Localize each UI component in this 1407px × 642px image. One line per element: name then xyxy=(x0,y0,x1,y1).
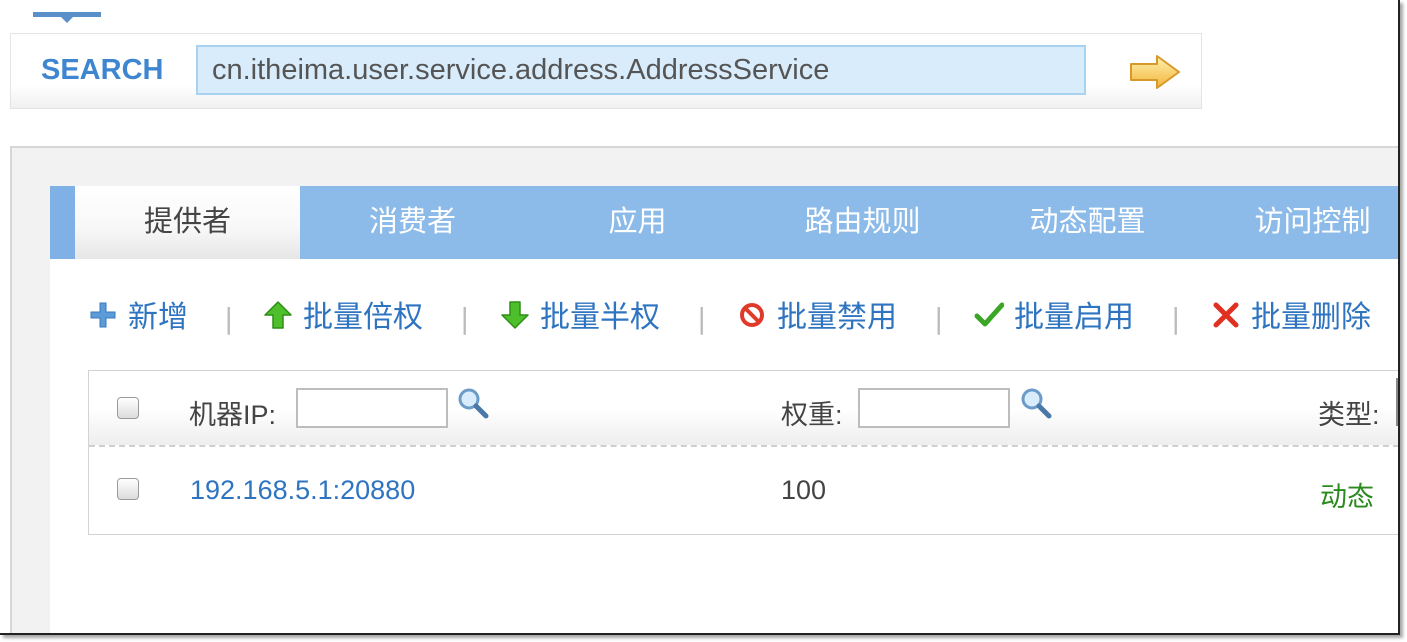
arrow-down-icon xyxy=(501,301,529,329)
tab-bar: 提供者 消费者 应用 路由规则 动态配置 访问控制 xyxy=(50,186,1398,259)
column-type-label: 类型: xyxy=(1318,400,1380,430)
magnifier-icon[interactable] xyxy=(1019,386,1053,420)
app-window: SEARCH 提供者 消费者 应用 路由规则 动态配置 访问控制 新增 | xyxy=(0,0,1400,635)
tab-applications[interactable]: 应用 xyxy=(525,186,750,259)
search-input[interactable] xyxy=(196,45,1086,95)
tab-access-control[interactable]: 访问控制 xyxy=(1200,186,1398,259)
column-weight-label: 权重: xyxy=(781,400,843,430)
arrow-up-icon xyxy=(264,301,292,329)
weight-filter-input[interactable] xyxy=(858,388,1010,428)
batch-enable-label: 批量启用 xyxy=(1014,300,1134,335)
search-bar: SEARCH xyxy=(10,33,1202,109)
column-ip-label: 机器IP: xyxy=(189,400,277,430)
x-icon xyxy=(1213,302,1239,328)
batch-disable-button[interactable]: 批量禁用 xyxy=(737,296,897,340)
tab-consumers[interactable]: 消费者 xyxy=(300,186,525,259)
tab-dynamic-config[interactable]: 动态配置 xyxy=(975,186,1200,259)
batch-half-weight-label: 批量半权 xyxy=(540,300,660,335)
batch-delete-button[interactable]: 批量删除 xyxy=(1211,296,1371,340)
row-weight: 100 xyxy=(781,475,827,505)
toolbar-separator: | xyxy=(697,302,707,335)
top-tab-indicator xyxy=(33,12,101,23)
tab-providers[interactable]: 提供者 xyxy=(75,186,300,259)
select-all-checkbox[interactable] xyxy=(117,397,139,419)
add-button[interactable]: 新增 xyxy=(88,296,188,340)
toolbar: 新增 | 批量倍权 | 批量半权 | 批量禁用 | 批量启用 | 批量删除 xyxy=(88,296,1398,340)
batch-double-weight-button[interactable]: 批量倍权 xyxy=(263,296,423,340)
table-header: 机器IP: 权重: 类型: xyxy=(89,371,1398,447)
checkmark-icon xyxy=(974,302,1004,327)
search-label: SEARCH xyxy=(41,54,164,86)
row-type: 动态 xyxy=(1320,482,1374,512)
tab-bar-edge xyxy=(50,186,75,259)
row-checkbox[interactable] xyxy=(117,478,139,500)
row-ip-link[interactable]: 192.168.5.1:20880 xyxy=(190,475,415,506)
type-filter-edge xyxy=(1396,378,1398,426)
batch-enable-button[interactable]: 批量启用 xyxy=(974,296,1134,340)
batch-double-weight-label: 批量倍权 xyxy=(303,300,423,335)
plus-icon xyxy=(90,302,116,328)
tab-routing-rules[interactable]: 路由规则 xyxy=(750,186,975,259)
magnifier-icon[interactable] xyxy=(456,386,490,420)
batch-half-weight-button[interactable]: 批量半权 xyxy=(500,296,660,340)
toolbar-separator: | xyxy=(934,302,944,335)
arrow-right-icon[interactable] xyxy=(1129,54,1181,90)
batch-disable-label: 批量禁用 xyxy=(777,300,897,335)
forbidden-icon xyxy=(740,303,764,327)
toolbar-separator: | xyxy=(460,302,470,335)
batch-delete-label: 批量删除 xyxy=(1251,300,1371,335)
ip-filter-input[interactable] xyxy=(296,388,448,428)
toolbar-separator: | xyxy=(224,302,234,335)
toolbar-separator: | xyxy=(1171,302,1181,335)
provider-table: 机器IP: 权重: 类型: 192.168.5.1:20880 100 动态 xyxy=(88,370,1398,535)
add-label: 新增 xyxy=(128,300,188,335)
